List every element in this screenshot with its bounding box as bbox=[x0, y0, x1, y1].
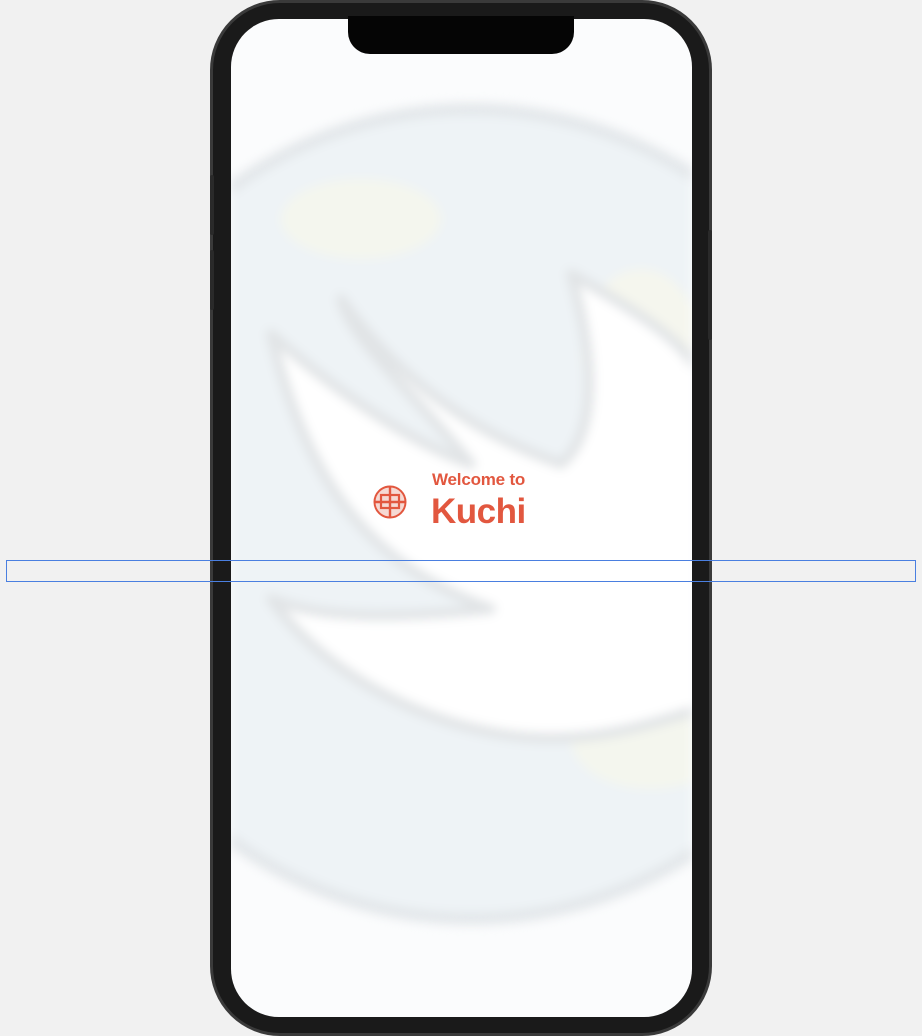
device-side-button bbox=[708, 230, 712, 340]
welcome-header: Welcome to Kuchi bbox=[373, 468, 573, 532]
kuchi-logo-icon bbox=[373, 485, 407, 519]
device-volume-button bbox=[210, 250, 214, 310]
preview-canvas: Welcome to Kuchi bbox=[0, 0, 922, 1036]
device-notch bbox=[348, 16, 574, 54]
device-volume-button bbox=[210, 175, 214, 235]
welcome-label: Welcome to bbox=[432, 470, 526, 489]
app-name-title: Kuchi bbox=[431, 492, 526, 531]
selection-outline bbox=[6, 560, 916, 582]
